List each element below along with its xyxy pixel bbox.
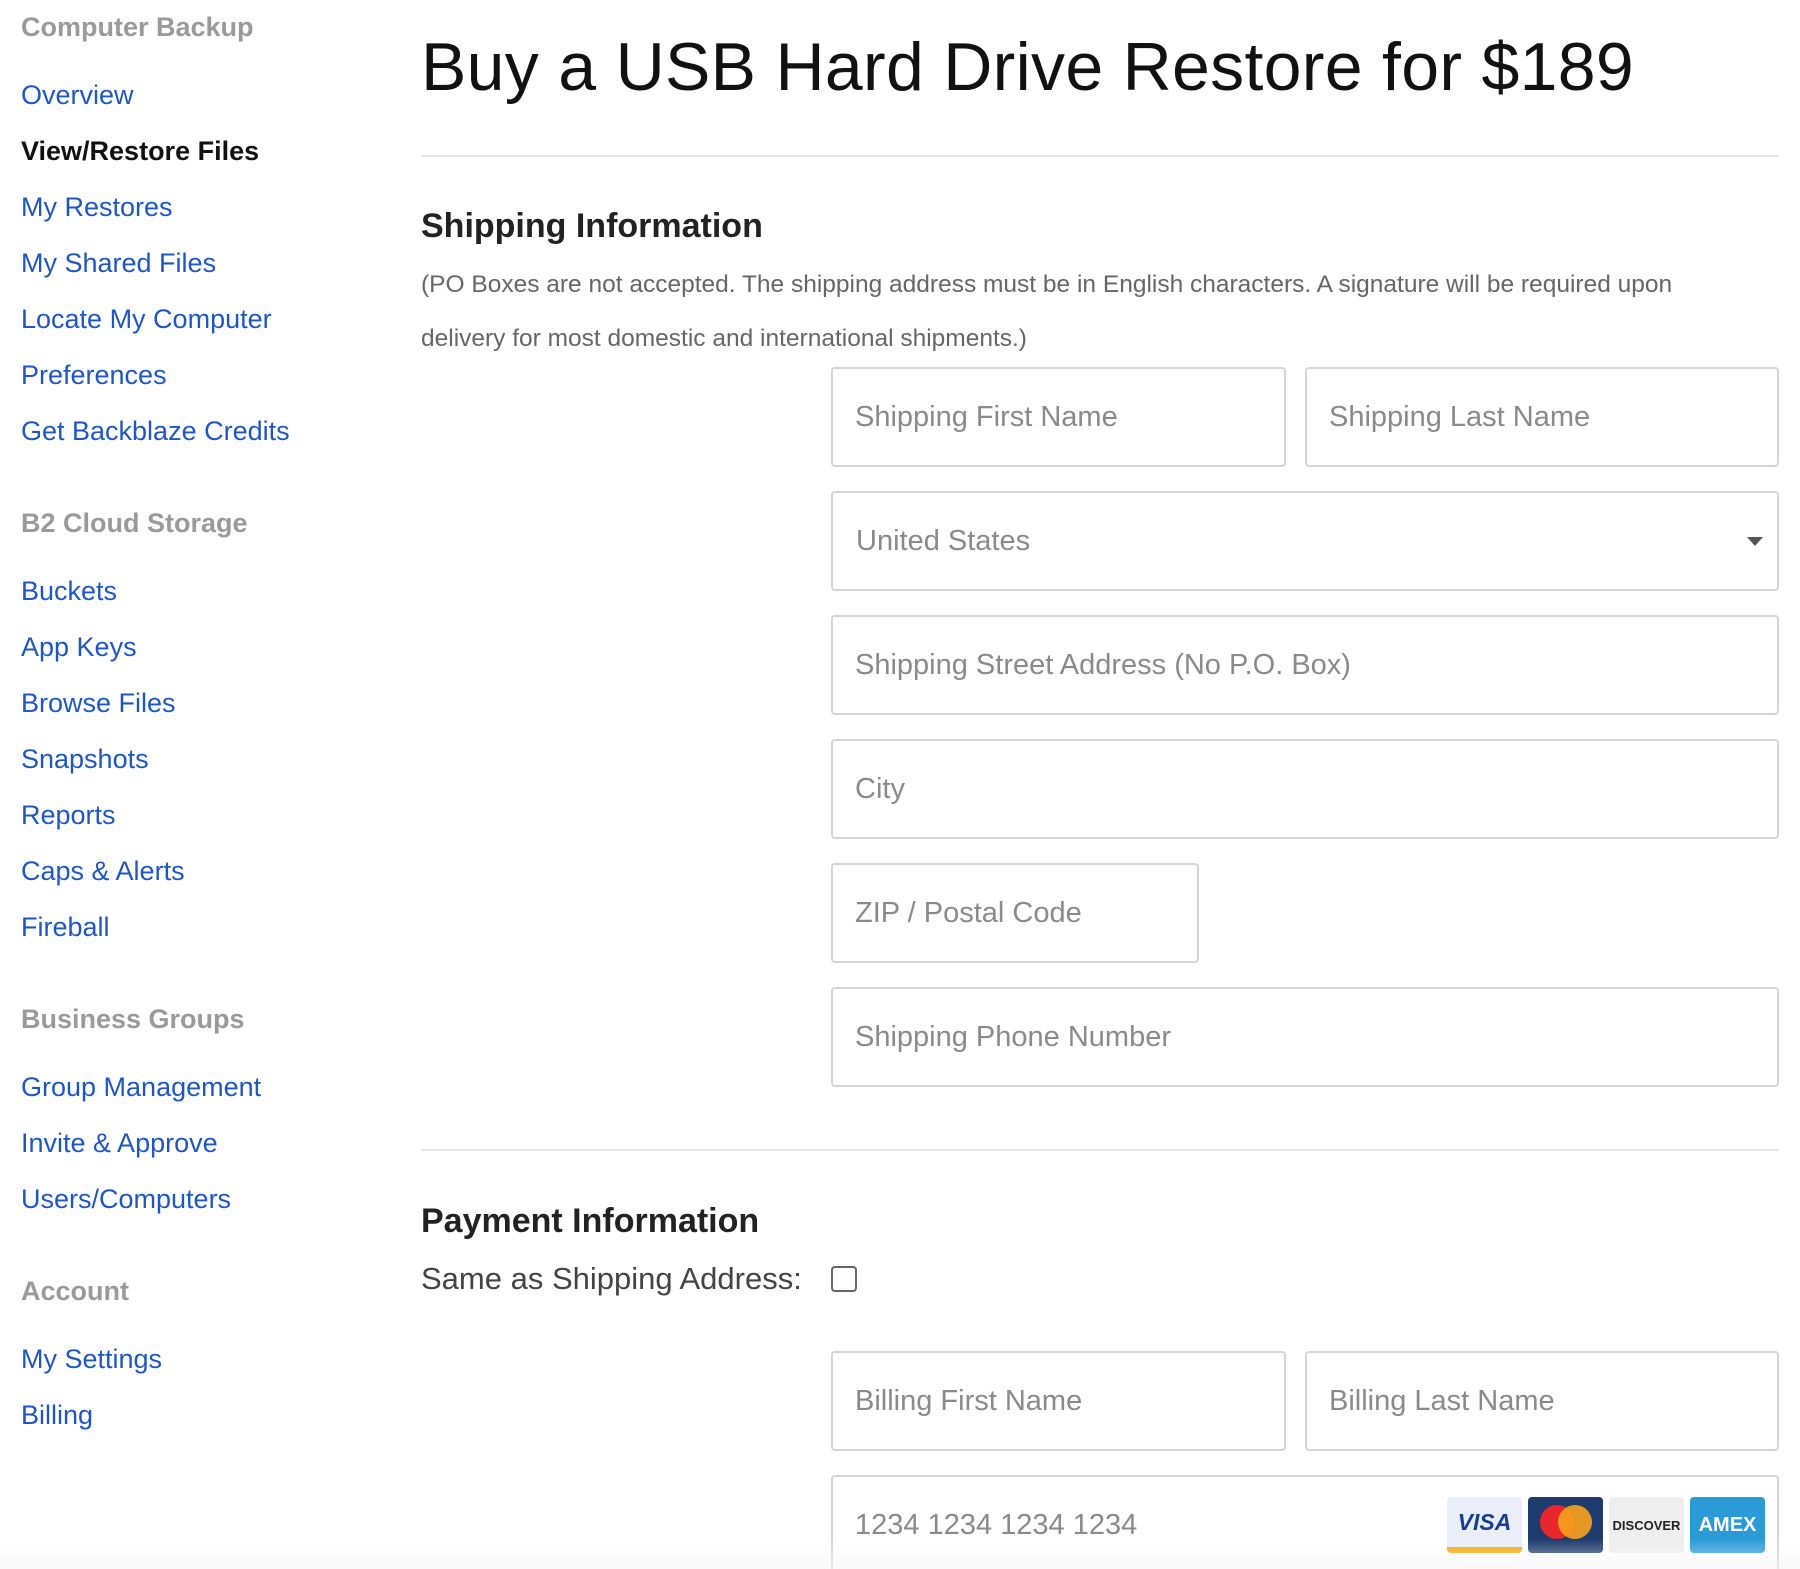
- sidebar-item-overview[interactable]: Overview: [21, 67, 290, 123]
- shipping-phone-field[interactable]: [831, 987, 1779, 1087]
- sidebar-item-billing[interactable]: Billing: [21, 1387, 162, 1443]
- payment-section-title: Payment Information: [421, 1202, 760, 1240]
- same-as-shipping-checkbox[interactable]: [831, 1266, 857, 1292]
- sidebar-item-snapshots[interactable]: Snapshots: [21, 731, 248, 787]
- billing-last-name-field[interactable]: [1305, 1351, 1779, 1451]
- zip-input[interactable]: [833, 865, 1197, 961]
- sidebar-item-caps-alerts[interactable]: Caps & Alerts: [21, 843, 248, 899]
- shipping-street-input[interactable]: [833, 617, 1777, 713]
- sidebar-heading: Business Groups: [21, 1004, 245, 1034]
- city-input[interactable]: [833, 741, 1777, 837]
- shipping-section-title: Shipping Information: [421, 207, 763, 245]
- mastercard-icon: [1528, 1497, 1603, 1553]
- billing-first-name-input[interactable]: [833, 1353, 1284, 1449]
- shipping-street-field[interactable]: [831, 615, 1779, 715]
- city-field[interactable]: [831, 739, 1779, 839]
- sidebar-heading: B2 Cloud Storage: [21, 508, 248, 538]
- shipping-first-name-input[interactable]: [833, 369, 1284, 465]
- sidebar-group-computer-backup: Computer Backup Overview View/Restore Fi…: [21, 7, 290, 459]
- same-as-shipping-label: Same as Shipping Address:: [421, 1261, 802, 1296]
- visa-icon: VISA: [1447, 1497, 1522, 1553]
- sidebar-item-app-keys[interactable]: App Keys: [21, 619, 248, 675]
- billing-last-name-input[interactable]: [1307, 1353, 1777, 1449]
- sidebar-item-invite-approve[interactable]: Invite & Approve: [21, 1115, 261, 1171]
- shipping-last-name-input[interactable]: [1307, 369, 1777, 465]
- discover-icon: DISCOVER: [1609, 1497, 1684, 1553]
- divider: [421, 1149, 1779, 1151]
- shipping-first-name-field[interactable]: [831, 367, 1286, 467]
- zip-field[interactable]: [831, 863, 1199, 963]
- card-logos: VISA DISCOVER AMEX: [1447, 1497, 1765, 1553]
- sidebar-item-view-restore-files[interactable]: View/Restore Files: [21, 123, 290, 179]
- shipping-phone-input[interactable]: [833, 989, 1777, 1085]
- sidebar-item-my-shared-files[interactable]: My Shared Files: [21, 235, 290, 291]
- sidebar-group-account: Account My Settings Billing: [21, 1271, 162, 1443]
- sidebar-item-browse-files[interactable]: Browse Files: [21, 675, 248, 731]
- sidebar-item-reports[interactable]: Reports: [21, 787, 248, 843]
- sidebar-group-b2-cloud-storage: B2 Cloud Storage Buckets App Keys Browse…: [21, 503, 248, 955]
- sidebar-item-buckets[interactable]: Buckets: [21, 563, 248, 619]
- card-number-field[interactable]: VISA DISCOVER AMEX: [831, 1475, 1779, 1569]
- sidebar-item-preferences[interactable]: Preferences: [21, 347, 290, 403]
- sidebar-item-locate-my-computer[interactable]: Locate My Computer: [21, 291, 290, 347]
- shipping-last-name-field[interactable]: [1305, 367, 1779, 467]
- card-number-input[interactable]: [833, 1477, 1473, 1569]
- sidebar-item-group-management[interactable]: Group Management: [21, 1059, 261, 1115]
- sidebar-item-my-settings[interactable]: My Settings: [21, 1331, 162, 1387]
- chevron-down-icon: [1747, 537, 1763, 546]
- amex-icon: AMEX: [1690, 1497, 1765, 1553]
- sidebar-heading: Account: [21, 1276, 129, 1306]
- country-select[interactable]: United States: [831, 491, 1779, 591]
- country-selected-value: United States: [856, 525, 1031, 557]
- sidebar-item-get-backblaze-credits[interactable]: Get Backblaze Credits: [21, 403, 290, 459]
- divider: [421, 155, 1779, 157]
- shipping-note: (PO Boxes are not accepted. The shipping…: [421, 271, 1673, 352]
- sidebar-group-business-groups: Business Groups Group Management Invite …: [21, 999, 261, 1227]
- sidebar-item-users-computers[interactable]: Users/Computers: [21, 1171, 261, 1227]
- sidebar-item-my-restores[interactable]: My Restores: [21, 179, 290, 235]
- sidebar-item-fireball[interactable]: Fireball: [21, 899, 248, 955]
- sidebar-heading: Computer Backup: [21, 12, 254, 42]
- billing-first-name-field[interactable]: [831, 1351, 1286, 1451]
- page-title: Buy a USB Hard Drive Restore for $189: [421, 29, 1634, 105]
